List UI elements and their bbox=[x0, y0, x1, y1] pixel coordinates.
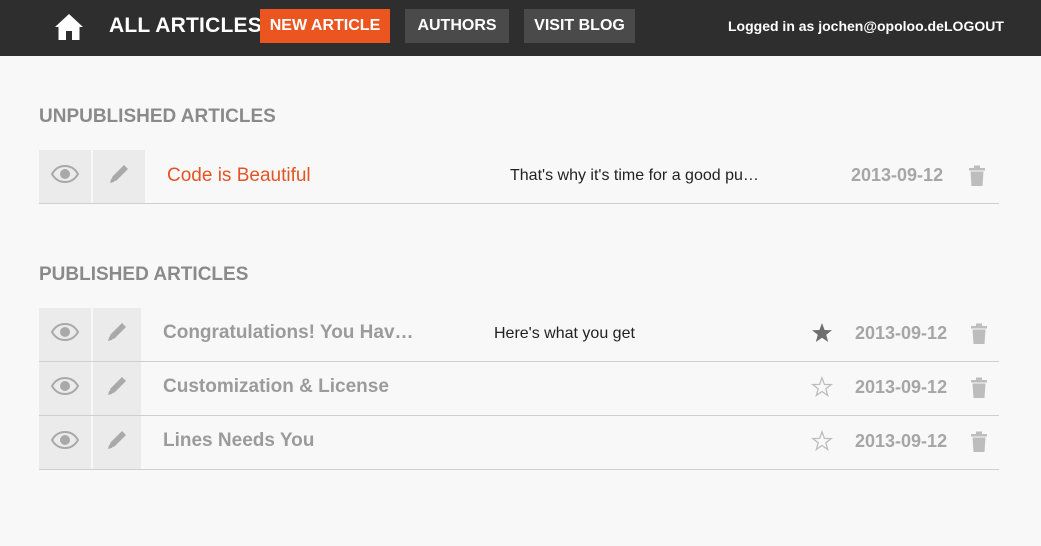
edit-button[interactable] bbox=[93, 416, 141, 469]
pencil-icon bbox=[105, 320, 129, 349]
star-outline-icon[interactable] bbox=[810, 375, 834, 403]
pencil-icon bbox=[105, 428, 129, 457]
edit-button[interactable] bbox=[93, 150, 145, 203]
article-excerpt: That's why it's time for a good pu… bbox=[510, 167, 759, 184]
logged-in-user: Logged in as jochen@opoloo.de bbox=[728, 18, 944, 34]
view-button[interactable] bbox=[39, 362, 91, 415]
article-title-link[interactable]: Code is Beautiful bbox=[167, 165, 311, 187]
edit-button[interactable] bbox=[93, 362, 141, 415]
trash-icon[interactable] bbox=[968, 165, 986, 192]
home-icon[interactable] bbox=[54, 12, 84, 42]
table-row: Code is Beautiful That's why it's time f… bbox=[39, 150, 999, 204]
view-button[interactable] bbox=[39, 308, 91, 361]
article-title-link[interactable]: Customization & License bbox=[163, 376, 389, 398]
table-row: Lines Needs You 2013-09-12 bbox=[39, 416, 999, 470]
table-row: Congratulations! You Hav… Here's what yo… bbox=[39, 308, 999, 362]
unpublished-section-title: UNPUBLISHED ARTICLES bbox=[39, 106, 276, 127]
published-section-title: PUBLISHED ARTICLES bbox=[39, 264, 249, 285]
pencil-icon bbox=[107, 162, 131, 191]
trash-icon[interactable] bbox=[970, 431, 988, 458]
top-navigation-bar: ALL ARTICLES NEW ARTICLE AUTHORS VISIT B… bbox=[0, 0, 1041, 56]
article-excerpt: Here's what you get bbox=[494, 325, 635, 342]
edit-button[interactable] bbox=[93, 308, 141, 361]
article-date: 2013-09-12 bbox=[855, 323, 948, 343]
authors-button[interactable]: AUTHORS bbox=[405, 9, 509, 43]
pencil-icon bbox=[105, 374, 129, 403]
article-date: 2013-09-12 bbox=[855, 431, 948, 451]
page-title: ALL ARTICLES bbox=[109, 14, 262, 37]
article-date: 2013-09-12 bbox=[851, 165, 944, 185]
logout-button[interactable]: LOGOUT bbox=[944, 18, 1004, 34]
eye-icon bbox=[50, 164, 80, 188]
table-row: Customization & License 2013-09-12 bbox=[39, 362, 999, 416]
star-filled-icon[interactable] bbox=[811, 322, 833, 349]
trash-icon[interactable] bbox=[970, 377, 988, 404]
star-outline-icon[interactable] bbox=[810, 429, 834, 457]
article-date: 2013-09-12 bbox=[855, 377, 948, 397]
visit-blog-button[interactable]: VISIT BLOG bbox=[524, 9, 635, 43]
trash-icon[interactable] bbox=[970, 323, 988, 350]
new-article-button[interactable]: NEW ARTICLE bbox=[260, 9, 390, 43]
view-button[interactable] bbox=[39, 416, 91, 469]
eye-icon bbox=[50, 376, 80, 400]
view-button[interactable] bbox=[39, 150, 91, 203]
article-title-link[interactable]: Lines Needs You bbox=[163, 430, 314, 452]
eye-icon bbox=[50, 322, 80, 346]
article-title-link[interactable]: Congratulations! You Hav… bbox=[163, 322, 414, 344]
eye-icon bbox=[50, 430, 80, 454]
